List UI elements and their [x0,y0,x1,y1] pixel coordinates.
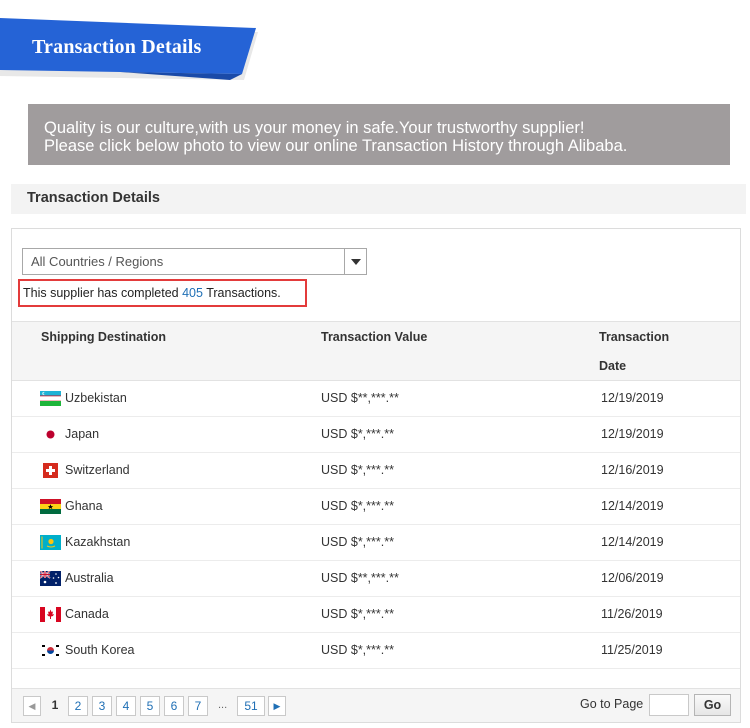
transaction-panel: All Countries / Regions This supplier ha… [11,228,741,723]
row-date: 11/26/2019 [601,607,663,621]
section-title: Transaction Details [11,184,746,214]
header-date-line-1: Transaction [599,330,670,344]
japan-flag-icon [40,427,61,442]
transaction-rows: Uzbekistan USD $**,***.** 12/19/2019 Jap… [12,381,740,669]
header-shipping-destination: Shipping Destination [41,330,166,344]
row-country: Japan [65,427,100,441]
pagination-ellipsis: ... [218,699,228,711]
table-row: Switzerland USD $*,***.** 12/16/2019 [12,453,740,489]
summary-suffix: Transactions. [202,286,281,300]
row-value: USD $*,***.** [321,643,394,657]
table-row: Japan USD $*,***.** 12/19/2019 [12,417,740,453]
page-4-button[interactable]: 4 [116,696,136,716]
table-row: South Korea USD $*,***.** 11/25/2019 [12,633,740,669]
pagination-bar: ◀ 1 2 3 4 5 6 7 ... 51 ▶ Go to Page Go [12,688,740,722]
row-date: 12/16/2019 [601,463,664,477]
row-date: 11/25/2019 [601,643,663,657]
page-last-button[interactable]: 51 [237,696,265,716]
row-date: 12/06/2019 [601,571,664,585]
table-row: Uzbekistan USD $**,***.** 12/19/2019 [12,381,740,417]
row-value: USD $**,***.** [321,391,399,405]
table-row: Australia USD $**,***.** 12/06/2019 [12,561,740,597]
row-date: 12/19/2019 [601,391,664,405]
header-date-line-2: Date [599,359,627,373]
transaction-summary: This supplier has completed 405 Transact… [18,279,307,307]
supplier-notice: Quality is our culture,with us your mone… [28,104,730,165]
page-1-current: 1 [51,698,59,712]
row-value: USD $*,***.** [321,427,394,441]
row-value: USD $*,***.** [321,607,394,621]
page-2-button[interactable]: 2 [68,696,88,716]
row-value: USD $*,***.** [321,463,394,477]
page-3-button[interactable]: 3 [92,696,112,716]
ghana-flag-icon [40,499,61,514]
transaction-count: 405 [182,286,203,300]
table-row: Canada USD $*,***.** 11/26/2019 [12,597,740,633]
row-date: 12/19/2019 [601,427,664,441]
header-transaction-value: Transaction Value [321,330,428,344]
canada-flag-icon [40,607,61,622]
prev-page-button[interactable]: ◀ [23,696,41,716]
page-7-button[interactable]: 7 [188,696,208,716]
header-transaction-date: Transaction Date [599,323,669,381]
row-country: Australia [65,571,114,585]
kazakhstan-flag-icon [40,535,61,550]
south-korea-flag-icon [40,643,61,658]
row-country: Uzbekistan [65,391,127,405]
banner-title: Transaction Details [32,36,202,58]
page-5-button[interactable]: 5 [140,696,160,716]
row-country: Kazakhstan [65,535,131,549]
row-country: Canada [65,607,109,621]
goto-page-button[interactable]: Go [694,694,731,716]
row-country: Ghana [65,499,103,513]
row-value: USD $**,***.** [321,571,399,585]
summary-prefix: This supplier has completed [23,286,183,300]
goto-page-label: Go to Page [580,697,644,711]
notice-line-1: Quality is our culture,with us your mone… [44,119,585,137]
next-page-button[interactable]: ▶ [268,696,286,716]
switzerland-flag-icon [43,463,58,478]
table-row: Ghana USD $*,***.** 12/14/2019 [12,489,740,525]
dropdown-arrow-icon[interactable] [344,249,366,274]
region-filter-select[interactable]: All Countries / Regions [22,248,367,275]
region-filter-value: All Countries / Regions [31,254,164,269]
page-6-button[interactable]: 6 [164,696,184,716]
uzbekistan-flag-icon [40,391,61,406]
australia-flag-icon [40,571,61,586]
row-date: 12/14/2019 [601,499,664,513]
table-row: Kazakhstan USD $*,***.** 12/14/2019 [12,525,740,561]
row-value: USD $*,***.** [321,535,394,549]
transaction-details-banner: Transaction Details [0,18,262,80]
notice-line-2: Please click below photo to view our onl… [44,137,628,155]
row-date: 12/14/2019 [601,535,664,549]
row-value: USD $*,***.** [321,499,394,513]
row-country: Switzerland [65,463,130,477]
goto-page-input[interactable] [649,694,689,716]
row-country: South Korea [65,643,135,657]
table-header: Shipping Destination Transaction Value T… [12,321,740,381]
